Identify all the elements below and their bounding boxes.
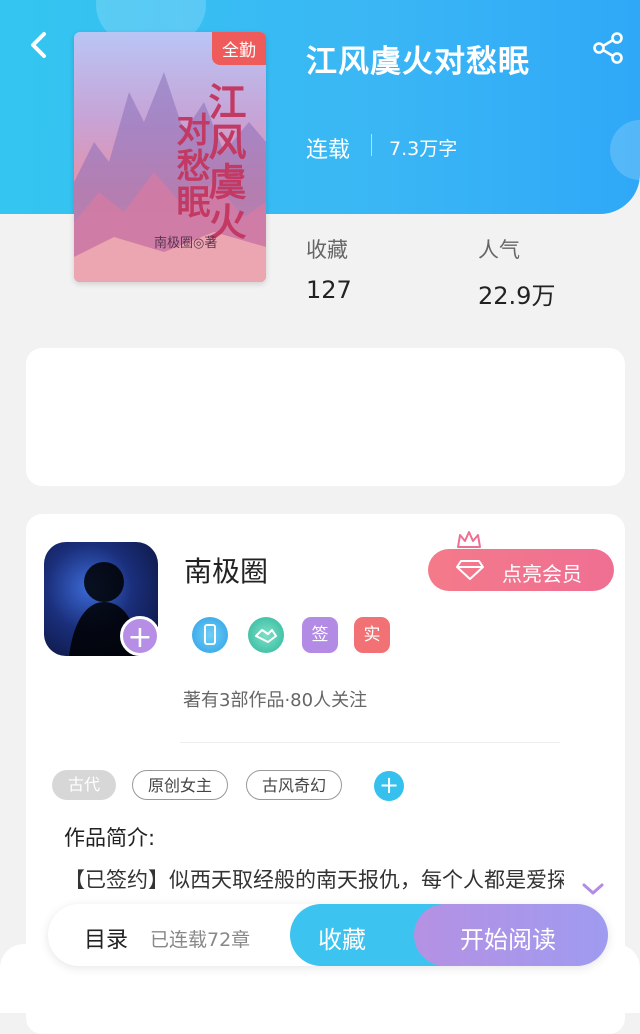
cover-author: 南极圈◎著 bbox=[154, 236, 218, 251]
back-icon[interactable] bbox=[22, 28, 56, 62]
vip-button-label: 点亮会员 bbox=[502, 562, 582, 586]
tag-item[interactable]: 原创女主 bbox=[132, 770, 228, 800]
crown-icon bbox=[457, 531, 481, 548]
author-name[interactable]: 南极圈 bbox=[184, 550, 268, 590]
chevron-down-icon[interactable] bbox=[580, 880, 606, 898]
start-reading-button[interactable]: 开始阅读 bbox=[414, 904, 608, 966]
book-cover[interactable]: 全勤 江风虞火 对愁眠 南极圈◎著 bbox=[74, 32, 266, 282]
popularity-value: 22.9万 bbox=[478, 282, 556, 310]
handshake-badge-icon[interactable] bbox=[248, 617, 284, 653]
word-count: 7.3万字 bbox=[389, 138, 458, 160]
serial-status: 连载 bbox=[306, 138, 351, 163]
follow-author-button[interactable]: + bbox=[120, 616, 160, 656]
phone-badge-icon[interactable] bbox=[192, 617, 228, 653]
favorites-value: 127 bbox=[306, 276, 352, 304]
chapter-count[interactable]: 已连载72章 bbox=[150, 925, 250, 952]
signed-badge[interactable]: 签 bbox=[302, 617, 338, 653]
tag-item[interactable]: 古代 bbox=[52, 770, 116, 800]
full-attendance-badge: 全勤 bbox=[212, 32, 266, 65]
verified-badge[interactable]: 实 bbox=[354, 617, 390, 653]
start-reading-label: 开始阅读 bbox=[460, 926, 556, 954]
book-title: 江风虞火对愁眠 bbox=[306, 44, 530, 80]
diamond-icon bbox=[456, 560, 484, 580]
vip-button[interactable]: 点亮会员 bbox=[428, 549, 614, 591]
cover-title-line2: 对愁眠 bbox=[170, 112, 210, 220]
cover-title-line1: 江风虞火 bbox=[202, 82, 247, 242]
favorite-button-label: 收藏 bbox=[318, 926, 366, 954]
add-tag-button[interactable]: + bbox=[374, 771, 404, 801]
favorites-label: 收藏 bbox=[306, 238, 348, 262]
author-divider bbox=[180, 742, 560, 743]
author-meta: 著有3部作品·80人关注 bbox=[183, 690, 368, 711]
decor-bubble bbox=[610, 120, 640, 180]
status-divider bbox=[371, 134, 372, 156]
empty-card bbox=[26, 348, 625, 486]
toc-button[interactable]: 目录 bbox=[84, 922, 128, 954]
tag-item[interactable]: 古风奇幻 bbox=[246, 770, 342, 800]
share-icon[interactable] bbox=[590, 30, 626, 66]
intro-label: 作品简介: bbox=[64, 826, 156, 850]
popularity-label: 人气 bbox=[478, 238, 520, 262]
